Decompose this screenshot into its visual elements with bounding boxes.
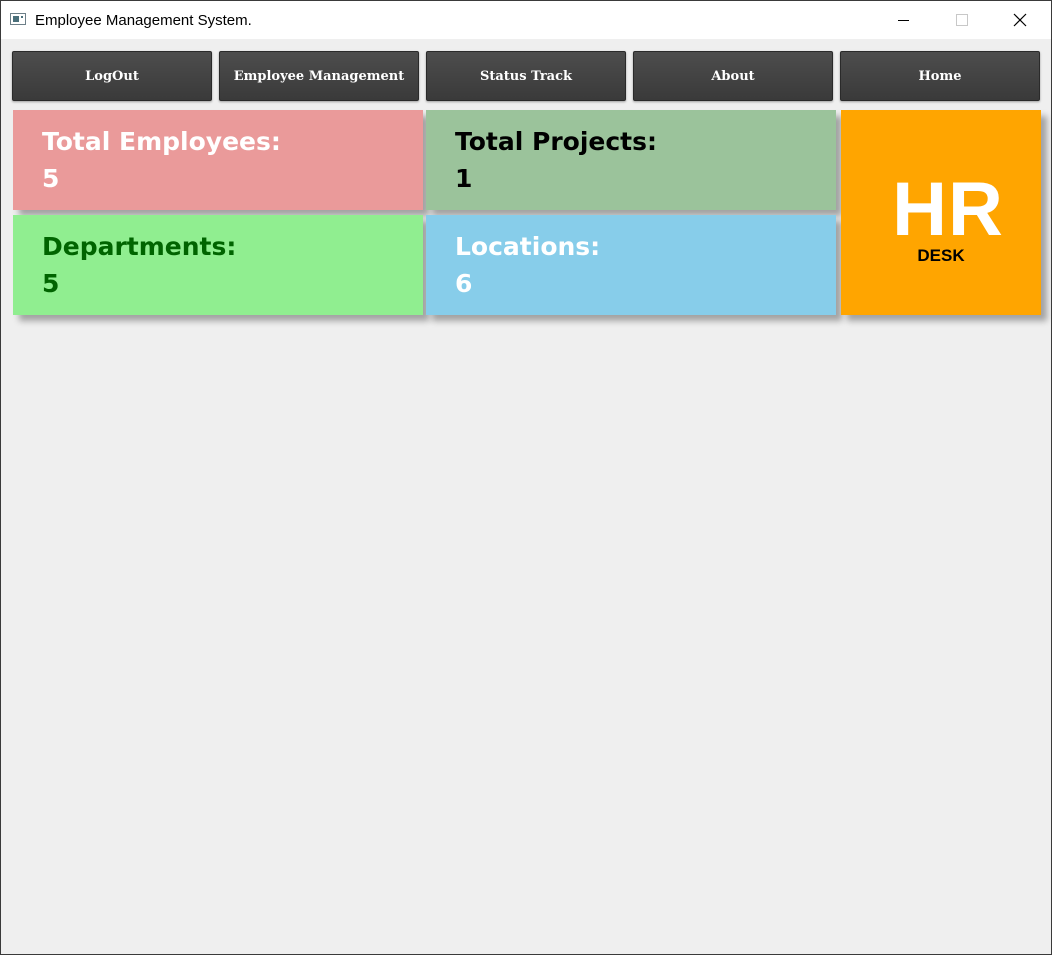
title-bar[interactable]: Employee Management System.	[1, 1, 1051, 39]
logo-main-text: HR	[892, 167, 1004, 252]
logout-button[interactable]: LogOut	[12, 51, 212, 101]
logo-sub-text: DESK	[917, 246, 965, 265]
window-title: Employee Management System.	[35, 12, 252, 29]
minimize-button[interactable]	[881, 1, 927, 39]
about-button[interactable]: About	[633, 51, 833, 101]
minimize-icon	[898, 20, 909, 21]
total-employees-card: Total Employees: 5	[13, 110, 423, 210]
maximize-icon	[956, 14, 968, 26]
close-button[interactable]	[997, 1, 1043, 39]
app-icon	[10, 13, 26, 25]
app-window: Employee Management System. LogOut Emplo…	[0, 0, 1052, 955]
departments-value: 5	[42, 269, 60, 298]
departments-label: Departments:	[42, 232, 237, 261]
total-employees-value: 5	[42, 164, 60, 193]
total-employees-label: Total Employees:	[42, 127, 281, 156]
maximize-button[interactable]	[939, 1, 985, 39]
total-projects-value: 1	[455, 164, 473, 193]
locations-value: 6	[455, 269, 473, 298]
locations-label: Locations:	[455, 232, 601, 261]
close-icon	[1013, 13, 1027, 27]
departments-card: Departments: 5	[13, 215, 423, 315]
home-button[interactable]: Home	[840, 51, 1040, 101]
employee-management-button[interactable]: Employee Management	[219, 51, 419, 101]
status-track-button[interactable]: Status Track	[426, 51, 626, 101]
total-projects-label: Total Projects:	[455, 127, 658, 156]
locations-card: Locations: 6	[426, 215, 836, 315]
hr-desk-logo: HR DESK	[841, 110, 1041, 315]
total-projects-card: Total Projects: 1	[426, 110, 836, 210]
